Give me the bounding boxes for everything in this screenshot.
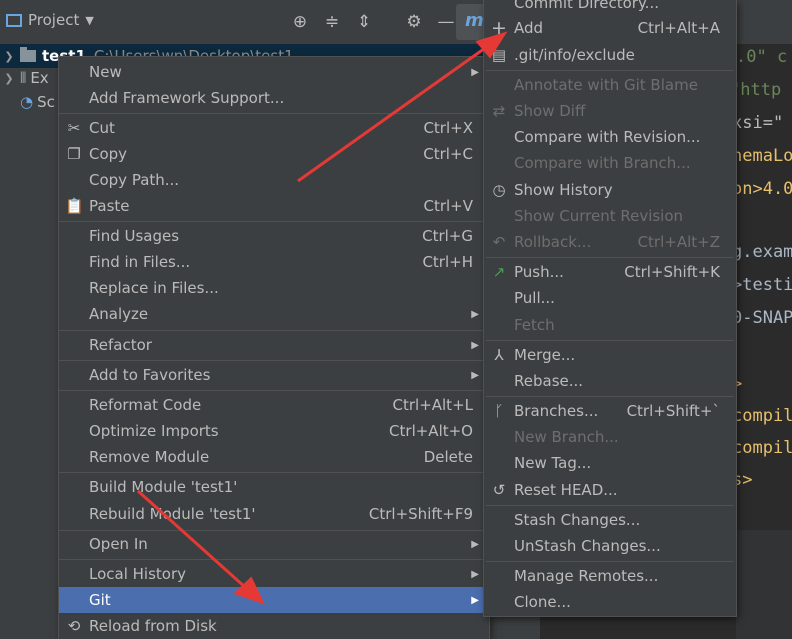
reload-icon: ⟲: [67, 617, 81, 635]
menu-item-find-in-files[interactable]: Find in Files... Ctrl+H: [59, 249, 489, 275]
library-icon: ⫴: [20, 69, 27, 87]
menu-item-analyze[interactable]: Analyze ▶: [59, 301, 489, 327]
diff-icon: ⇄: [492, 102, 506, 120]
locate-file-icon[interactable]: ⊕: [290, 12, 310, 32]
code-line: compil: [732, 438, 792, 458]
expand-all-icon[interactable]: ≑: [322, 12, 342, 32]
git-item-compare-revision[interactable]: Compare with Revision...: [484, 124, 736, 150]
submenu-arrow-icon: ▶: [471, 568, 479, 580]
minimize-icon[interactable]: —: [436, 12, 456, 32]
git-item-unstash[interactable]: UnStash Changes...: [484, 533, 736, 559]
git-item-pull[interactable]: Pull...: [484, 285, 736, 311]
git-item-annotate[interactable]: Annotate with Git Blame: [484, 72, 736, 98]
code-line: >testi: [732, 275, 792, 295]
code-line: g.exam: [732, 242, 792, 262]
menu-item-open-in[interactable]: Open In ▶: [59, 531, 489, 557]
menu-item-copy-path[interactable]: Copy Path...: [59, 167, 489, 193]
submenu-arrow-icon: ▶: [471, 538, 479, 550]
project-window-icon: [6, 13, 22, 27]
code-line: .0" c: [736, 47, 788, 67]
code-line: 0-SNAP: [732, 308, 792, 328]
menu-item-add-framework-support[interactable]: Add Framework Support...: [59, 85, 489, 111]
gear-icon[interactable]: ⚙: [404, 12, 424, 32]
branch-icon: ᚴ: [494, 402, 504, 420]
tree-item-scratches[interactable]: ◔ Sc: [0, 90, 55, 114]
tree-item-label: Sc: [37, 93, 55, 111]
reset-icon: ↺: [492, 481, 506, 499]
copy-icon: ❐: [67, 145, 81, 163]
project-view-selector[interactable]: Project ▼: [6, 11, 94, 29]
git-item-show-diff[interactable]: ⇄ Show Diff: [484, 98, 736, 124]
menu-item-copy[interactable]: ❐ Copy Ctrl+C: [59, 141, 489, 167]
submenu-arrow-icon: ▶: [471, 594, 479, 606]
git-item-manage-remotes[interactable]: Manage Remotes...: [484, 563, 736, 589]
git-item-show-current-revision[interactable]: Show Current Revision: [484, 203, 736, 229]
chevron-right-icon[interactable]: ❯: [2, 72, 16, 85]
git-item-merge[interactable]: ⅄ Merge...: [484, 342, 736, 368]
git-item-branches[interactable]: ᚴ Branches... Ctrl+Shift+`: [484, 398, 736, 424]
git-item-clone[interactable]: Clone...: [484, 589, 736, 615]
code-line: compil: [732, 406, 792, 426]
git-item-add[interactable]: + Add Ctrl+Alt+A: [484, 15, 736, 41]
tree-item-label: Ex: [30, 69, 49, 87]
chevron-down-icon: ▼: [85, 13, 94, 27]
push-icon: ↗: [492, 263, 506, 281]
module-folder-icon: [20, 47, 36, 62]
menu-item-git[interactable]: Git ▶: [59, 587, 489, 613]
chevron-right-icon[interactable]: ❯: [2, 50, 16, 63]
clock-icon: ◷: [492, 181, 506, 199]
menu-item-new[interactable]: New ▶: [59, 59, 489, 85]
git-item-stash[interactable]: Stash Changes...: [484, 507, 736, 533]
plus-icon: +: [491, 17, 507, 39]
menu-item-optimize-imports[interactable]: Optimize Imports Ctrl+Alt+O: [59, 418, 489, 444]
git-submenu: Commit Directory... + Add Ctrl+Alt+A ▤ .git…: [484, 0, 736, 616]
git-file-icon: ▤: [491, 46, 507, 64]
editor-gutter-area: [736, 530, 792, 639]
code-line: on>4.0: [732, 179, 792, 199]
scratches-icon: ◔: [20, 93, 34, 111]
menu-item-reload-from-disk[interactable]: ⟲ Reload from Disk: [59, 613, 489, 639]
menu-item-remove-module[interactable]: Remove Module Delete: [59, 444, 489, 470]
git-item-show-history[interactable]: ◷ Show History: [484, 177, 736, 203]
git-item-fetch[interactable]: Fetch: [484, 312, 736, 338]
collapse-all-icon[interactable]: ⇕: [354, 12, 374, 32]
merge-icon: ⅄: [494, 346, 504, 364]
git-item-new-tag[interactable]: New Tag...: [484, 450, 736, 476]
submenu-arrow-icon: ▶: [471, 339, 479, 351]
menu-item-find-usages[interactable]: Find Usages Ctrl+G: [59, 223, 489, 249]
cut-icon: ✂: [67, 119, 81, 137]
git-item-push[interactable]: ↗ Push... Ctrl+Shift+K: [484, 259, 736, 285]
menu-item-refactor[interactable]: Refactor ▶: [59, 332, 489, 358]
menu-item-rebuild-module[interactable]: Rebuild Module 'test1' Ctrl+Shift+F9: [59, 501, 489, 527]
submenu-arrow-icon: ▶: [471, 369, 479, 381]
code-line: "http: [730, 80, 782, 100]
menu-item-replace-in-files[interactable]: Replace in Files...: [59, 275, 489, 301]
git-item-rebase[interactable]: Rebase...: [484, 368, 736, 394]
rollback-icon: ↶: [492, 233, 506, 251]
tree-item-external-libraries[interactable]: ❯ ⫴ Ex: [0, 66, 49, 90]
menu-item-build-module[interactable]: Build Module 'test1': [59, 474, 489, 500]
maven-file-icon: m: [465, 10, 484, 31]
git-item-rollback[interactable]: ↶ Rollback... Ctrl+Alt+Z: [484, 229, 736, 255]
git-item-compare-branch[interactable]: Compare with Branch...: [484, 150, 736, 176]
git-item-new-branch[interactable]: New Branch...: [484, 424, 736, 450]
project-title: Project: [28, 11, 80, 29]
menu-item-cut[interactable]: ✂ Cut Ctrl+X: [59, 115, 489, 141]
paste-icon: 📋: [65, 197, 84, 215]
menu-item-paste[interactable]: 📋 Paste Ctrl+V: [59, 193, 489, 219]
code-line: hemaLo: [732, 146, 792, 166]
menu-item-add-to-favorites[interactable]: Add to Favorites ▶: [59, 362, 489, 388]
git-item-reset-head[interactable]: ↺ Reset HEAD...: [484, 477, 736, 503]
menu-item-local-history[interactable]: Local History ▶: [59, 561, 489, 587]
menu-item-reformat-code[interactable]: Reformat Code Ctrl+Alt+L: [59, 392, 489, 418]
git-item-exclude[interactable]: ▤ .git/info/exclude: [484, 42, 736, 68]
git-item-commit-directory[interactable]: Commit Directory...: [484, 0, 736, 16]
code-line: xsi=": [732, 113, 784, 133]
submenu-arrow-icon: ▶: [471, 66, 479, 78]
submenu-arrow-icon: ▶: [471, 308, 479, 320]
project-context-menu: New ▶ Add Framework Support... ✂ Cut Ctrl+X…: [59, 57, 489, 639]
